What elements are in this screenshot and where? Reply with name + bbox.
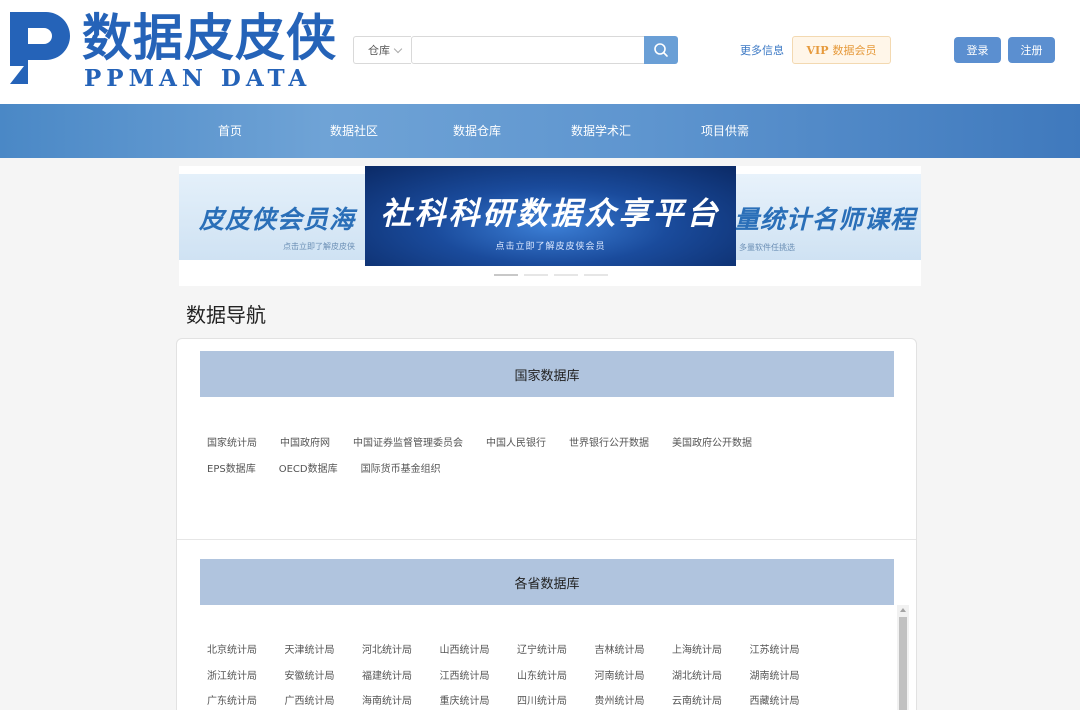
scroll-up-arrow-icon[interactable]	[900, 608, 906, 612]
link-province-stats[interactable]: 江苏统计局	[750, 641, 828, 656]
link-province-stats[interactable]: 山西统计局	[440, 641, 518, 656]
link-province-stats[interactable]: 西藏统计局	[750, 692, 828, 707]
nav-item-home[interactable]: 首页	[218, 104, 242, 158]
carousel-dot[interactable]	[554, 274, 578, 276]
data-nav-card: 国家数据库 国家统计局 中国政府网 中国证券监督管理委员会 中国人民银行 世界银…	[176, 338, 917, 710]
provincial-links: 北京统计局 天津统计局 河北统计局 山西统计局 辽宁统计局 吉林统计局 上海统计…	[207, 636, 847, 710]
banner-right-title: 量统计名师课程	[734, 205, 917, 234]
banner-right-caption: 多量软件任挑选	[739, 243, 795, 252]
link-row: EPS数据库 OECD数据库 国际货币基金组织	[207, 454, 847, 480]
nav-item-academic[interactable]: 数据学术汇	[571, 104, 631, 158]
link-province-stats[interactable]: 浙江统计局	[207, 667, 285, 682]
main-nav: 首页 数据社区 数据仓库 数据学术汇 项目供需	[0, 104, 1080, 158]
data-nav-title: 数据导航	[186, 303, 266, 327]
link-row: 浙江统计局 安徽统计局 福建统计局 江西统计局 山东统计局 河南统计局 湖北统计…	[207, 662, 847, 688]
link-oecd[interactable]: OECD数据库	[279, 460, 338, 475]
site-logo[interactable]: 数据皮皮侠 PPMAN DATA	[6, 6, 336, 92]
site-header: 数据皮皮侠 PPMAN DATA 仓库 更多信息 VIP 数据会员 登录 注册	[0, 0, 1080, 104]
link-pboc[interactable]: 中国人民银行	[486, 434, 546, 449]
banner-left-caption: 点击立即了解皮皮侠	[283, 242, 355, 251]
link-row: 广东统计局 广西统计局 海南统计局 重庆统计局 四川统计局 贵州统计局 云南统计…	[207, 687, 847, 710]
category-header-provincial: 各省数据库	[200, 559, 894, 605]
carousel-dot[interactable]	[584, 274, 608, 276]
search-input[interactable]	[411, 36, 645, 64]
scroll-thumb[interactable]	[899, 617, 907, 710]
link-gov-cn[interactable]: 中国政府网	[280, 434, 330, 449]
logo-title: 数据皮皮侠	[82, 9, 337, 67]
link-province-stats[interactable]: 上海统计局	[672, 641, 750, 656]
link-province-stats[interactable]: 贵州统计局	[595, 692, 673, 707]
carousel-dot[interactable]	[524, 274, 548, 276]
search-scope-select[interactable]: 仓库	[353, 36, 411, 64]
national-links: 国家统计局 中国政府网 中国证券监督管理委员会 中国人民银行 世界银行公开数据 …	[207, 428, 847, 480]
vip-membership-button[interactable]: VIP 数据会员	[792, 36, 891, 64]
vip-label: 数据会员	[832, 44, 877, 57]
more-info-link[interactable]: 更多信息	[740, 42, 784, 58]
link-province-stats[interactable]: 海南统计局	[362, 692, 440, 707]
banner-center-title: 社科科研数据众享平台	[380, 196, 721, 232]
banner-slide-prev[interactable]: 皮皮侠会员海 点击立即了解皮皮侠	[179, 174, 369, 260]
link-row: 国家统计局 中国政府网 中国证券监督管理委员会 中国人民银行 世界银行公开数据 …	[207, 428, 847, 454]
nav-item-community[interactable]: 数据社区	[330, 104, 378, 158]
banner-slide-active[interactable]: 社科科研数据众享平台 点击立即了解皮皮侠会员	[365, 166, 736, 266]
banner-left-title: 皮皮侠会员海	[199, 205, 356, 234]
link-province-stats[interactable]: 河南统计局	[595, 667, 673, 682]
inner-scrollbar[interactable]	[897, 605, 909, 710]
search-icon	[654, 43, 668, 57]
link-province-stats[interactable]: 云南统计局	[672, 692, 750, 707]
category-header-national: 国家数据库	[200, 351, 894, 397]
banner-center-caption: 点击立即了解皮皮侠会员	[495, 242, 606, 252]
link-province-stats[interactable]: 安徽统计局	[285, 667, 363, 682]
link-province-stats[interactable]: 重庆统计局	[440, 692, 518, 707]
logo-p-icon	[10, 12, 70, 84]
carousel-dot[interactable]	[494, 274, 518, 276]
register-button[interactable]: 注册	[1008, 37, 1055, 63]
carousel-indicators	[494, 274, 608, 276]
link-csrc[interactable]: 中国证券监督管理委员会	[353, 434, 463, 449]
banner-carousel[interactable]: 皮皮侠会员海 点击立即了解皮皮侠 量统计名师课程 多量软件任挑选 社科科研数据众…	[179, 166, 921, 286]
link-us-gov-data[interactable]: 美国政府公开数据	[672, 434, 752, 449]
link-province-stats[interactable]: 江西统计局	[440, 667, 518, 682]
link-province-stats[interactable]: 山东统计局	[517, 667, 595, 682]
link-imf[interactable]: 国际货币基金组织	[361, 460, 441, 475]
link-province-stats[interactable]: 河北统计局	[362, 641, 440, 656]
link-province-stats[interactable]: 北京统计局	[207, 641, 285, 656]
link-row: 北京统计局 天津统计局 河北统计局 山西统计局 辽宁统计局 吉林统计局 上海统计…	[207, 636, 847, 662]
category-divider	[177, 539, 916, 540]
link-province-stats[interactable]: 辽宁统计局	[517, 641, 595, 656]
link-province-stats[interactable]: 天津统计局	[285, 641, 363, 656]
vip-prefix: VIP	[806, 43, 829, 57]
link-province-stats[interactable]: 广西统计局	[285, 692, 363, 707]
link-province-stats[interactable]: 湖北统计局	[672, 667, 750, 682]
link-province-stats[interactable]: 四川统计局	[517, 692, 595, 707]
nav-item-warehouse[interactable]: 数据仓库	[453, 104, 501, 158]
link-national-stats[interactable]: 国家统计局	[207, 434, 257, 449]
chevron-down-icon	[393, 44, 403, 53]
banner-slide-next[interactable]: 量统计名师课程 多量软件任挑选	[731, 174, 921, 260]
link-province-stats[interactable]: 湖南统计局	[750, 667, 828, 682]
link-province-stats[interactable]: 福建统计局	[362, 667, 440, 682]
logo-subtitle: PPMAN DATA	[84, 65, 312, 92]
link-world-bank[interactable]: 世界银行公开数据	[569, 434, 649, 449]
login-button[interactable]: 登录	[954, 37, 1001, 63]
link-eps[interactable]: EPS数据库	[207, 460, 256, 475]
search-scope-value: 仓库	[368, 44, 390, 57]
search-button[interactable]	[644, 36, 678, 64]
link-province-stats[interactable]: 吉林统计局	[595, 641, 673, 656]
nav-item-projects[interactable]: 项目供需	[701, 104, 749, 158]
link-province-stats[interactable]: 广东统计局	[207, 692, 285, 707]
